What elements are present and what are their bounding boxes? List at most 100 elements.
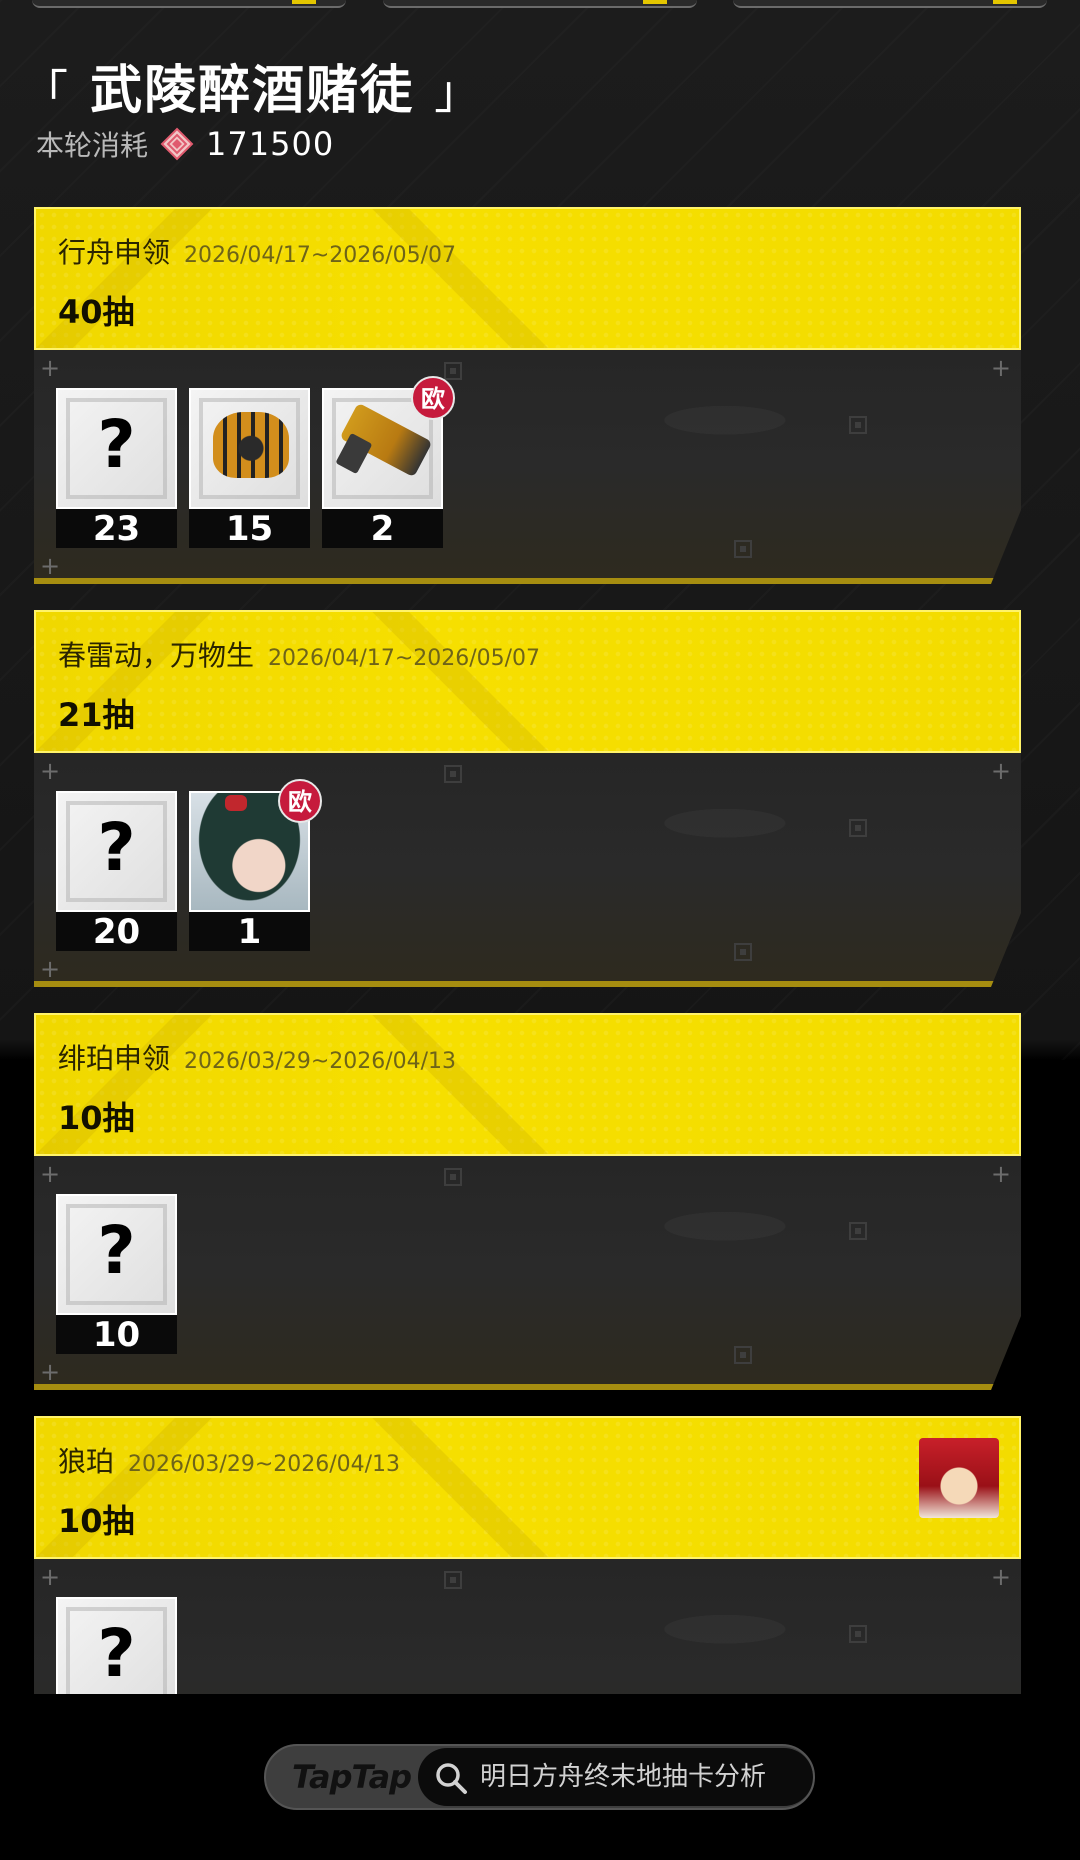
panel-bottom-border <box>34 578 1021 584</box>
item-image <box>189 388 310 509</box>
cost-label: 本轮消耗 <box>36 129 149 162</box>
title-bracket-open: 「 <box>22 65 70 119</box>
pool-name: 绯珀申领 <box>58 1042 171 1075</box>
corner-plus-icon: + <box>40 1358 61 1386</box>
corner-plus-icon: + <box>990 354 1011 382</box>
decor-square-icon <box>734 943 752 961</box>
decor-square-icon <box>444 1571 462 1589</box>
decor-square-icon <box>734 540 752 558</box>
item-count: 10 <box>56 1315 177 1354</box>
lucky-badge: 欧 <box>411 376 455 420</box>
corner-plus-icon: + <box>40 354 61 382</box>
item-count: 20 <box>56 912 177 951</box>
decor-square-icon <box>444 765 462 783</box>
pool-card[interactable]: 狼珀 2026/03/29~2026/04/13 10抽 + + ? <box>34 1416 1021 1694</box>
item-card[interactable]: 1 欧 <box>189 791 310 951</box>
pool-items-panel: + + + ? 10 <box>34 1156 1021 1390</box>
search-icon <box>434 1761 468 1795</box>
pool-title-row: 行舟申领 2026/04/17~2026/05/07 <box>58 231 456 271</box>
item-list: ? 20 1 欧 <box>56 791 310 951</box>
corner-plus-icon: + <box>990 1160 1011 1188</box>
item-image: ? <box>56 1194 177 1315</box>
item-list: ? <box>56 1597 177 1694</box>
item-card[interactable]: ? 20 <box>56 791 177 951</box>
decor-square-icon <box>849 1625 867 1643</box>
previous-card-fragment[interactable] <box>733 0 1047 8</box>
pool-card[interactable]: 绯珀申领 2026/03/29~2026/04/13 10抽 + + + ? 1… <box>34 1013 1021 1390</box>
decor-square-icon <box>849 1222 867 1240</box>
corner-plus-icon: + <box>40 1563 61 1591</box>
unknown-item-icon: ? <box>97 809 136 886</box>
unknown-item-icon: ? <box>97 406 136 483</box>
pool-items-panel: + + + ? 20 1 欧 <box>34 753 1021 987</box>
title-bracket-close: 」 <box>434 65 483 119</box>
corner-plus-icon: + <box>40 552 61 580</box>
title-text: 武陵醉酒赌徒 <box>90 61 415 121</box>
corner-plus-icon: + <box>40 1160 61 1188</box>
character-avatar-icon[interactable] <box>919 1438 999 1518</box>
panel-bottom-border <box>34 1384 1021 1390</box>
corner-plus-icon: + <box>40 955 61 983</box>
pool-header[interactable]: 狼珀 2026/03/29~2026/04/13 10抽 <box>34 1416 1021 1559</box>
item-count: 23 <box>56 509 177 548</box>
unknown-item-icon: ? <box>97 1615 136 1692</box>
spider-mech-icon <box>213 412 289 478</box>
pool-title-row: 绯珀申领 2026/03/29~2026/04/13 <box>58 1037 456 1077</box>
search-query-text: 明日方舟终末地抽卡分析 <box>480 1762 767 1792</box>
item-image: ? <box>56 791 177 912</box>
item-image: ? <box>56 388 177 509</box>
decor-square-icon <box>849 819 867 837</box>
decor-square-icon <box>444 1168 462 1186</box>
pool-date: 2026/03/29~2026/04/13 <box>184 1049 457 1074</box>
pool-title-row: 春雷动，万物生 2026/04/17~2026/05/07 <box>58 634 540 674</box>
decor-square-icon <box>849 416 867 434</box>
pool-date: 2026/03/29~2026/04/13 <box>128 1452 401 1477</box>
pool-card[interactable]: 春雷动，万物生 2026/04/17~2026/05/07 21抽 + + + … <box>34 610 1021 987</box>
page: 「 武陵醉酒赌徒 」 本轮消耗 171500 行舟申领 2026/04/17~2… <box>0 0 1080 1860</box>
taptap-search-bar[interactable]: TapTap 明日方舟终末地抽卡分析 <box>264 1744 815 1810</box>
search-input[interactable]: 明日方舟终末地抽卡分析 <box>418 1748 813 1806</box>
pool-card[interactable]: 行舟申领 2026/04/17~2026/05/07 40抽 + + + ? 2… <box>34 207 1021 584</box>
item-list: ? 23 15 2 欧 <box>56 388 443 548</box>
page-title: 「 武陵醉酒赌徒 」 <box>22 48 482 123</box>
lucky-badge: 欧 <box>278 779 322 823</box>
pool-header[interactable]: 行舟申领 2026/04/17~2026/05/07 40抽 <box>34 207 1021 350</box>
item-list: ? 10 <box>56 1194 177 1354</box>
item-count: 1 <box>189 912 310 951</box>
unknown-item-icon: ? <box>97 1212 136 1289</box>
pool-header[interactable]: 绯珀申领 2026/03/29~2026/04/13 10抽 <box>34 1013 1021 1156</box>
pool-title-row: 狼珀 2026/03/29~2026/04/13 <box>58 1440 400 1480</box>
item-card[interactable]: ? <box>56 1597 177 1694</box>
pool-pull-count: 21抽 <box>58 696 135 734</box>
item-count: 15 <box>189 509 310 548</box>
pool-name: 狼珀 <box>58 1445 115 1478</box>
cost-summary: 本轮消耗 171500 <box>36 122 334 166</box>
pool-pull-count: 10抽 <box>58 1099 135 1137</box>
pool-date: 2026/04/17~2026/05/07 <box>268 646 541 671</box>
item-card[interactable]: ? 10 <box>56 1194 177 1354</box>
pool-items-panel: + + ? <box>34 1559 1021 1694</box>
pool-pull-count: 10抽 <box>58 1502 135 1540</box>
item-card[interactable]: 15 <box>189 388 310 548</box>
panel-bottom-border <box>34 981 1021 987</box>
pool-pull-count: 40抽 <box>58 293 135 331</box>
corner-plus-icon: + <box>990 757 1011 785</box>
item-image: ? <box>56 1597 177 1694</box>
pool-name: 行舟申领 <box>58 236 171 269</box>
item-card[interactable]: ? 23 <box>56 388 177 548</box>
corner-plus-icon: + <box>990 1563 1011 1591</box>
pool-items-panel: + + + ? 23 15 2 欧 <box>34 350 1021 584</box>
cost-value: 171500 <box>206 125 335 163</box>
taptap-logo[interactable]: TapTap <box>292 1746 412 1808</box>
previous-card-fragment[interactable] <box>32 0 346 8</box>
decor-square-icon <box>444 362 462 380</box>
corner-plus-icon: + <box>40 757 61 785</box>
item-card[interactable]: 2 欧 <box>322 388 443 548</box>
previous-card-fragment[interactable] <box>383 0 697 8</box>
pool-name: 春雷动，万物生 <box>58 639 255 672</box>
item-count: 2 <box>322 509 443 548</box>
decor-square-icon <box>734 1346 752 1364</box>
diamond-currency-icon <box>160 127 194 161</box>
pool-date: 2026/04/17~2026/05/07 <box>184 243 457 268</box>
pool-header[interactable]: 春雷动，万物生 2026/04/17~2026/05/07 21抽 <box>34 610 1021 753</box>
